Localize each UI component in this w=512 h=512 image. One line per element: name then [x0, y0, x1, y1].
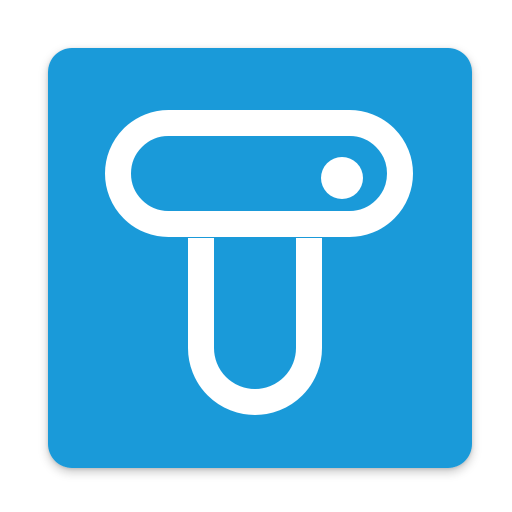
- t-logo-icon: [48, 48, 472, 468]
- app-icon[interactable]: [48, 48, 472, 468]
- icon-canvas: [0, 0, 512, 512]
- logo-dot: [321, 157, 363, 199]
